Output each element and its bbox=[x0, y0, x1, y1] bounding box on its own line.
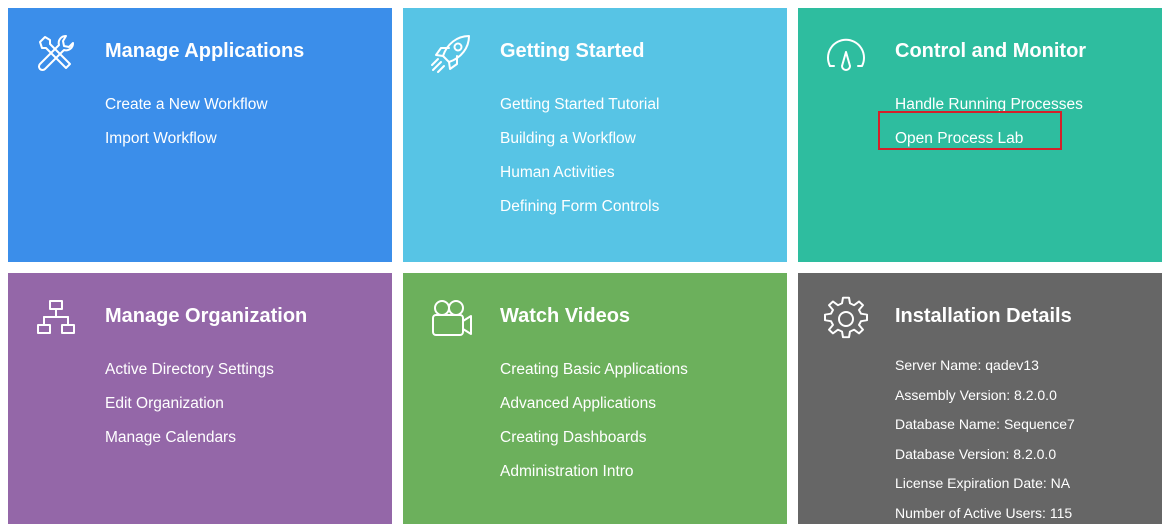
tile-title: Manage Organization bbox=[105, 305, 307, 328]
creating-basic-applications-link[interactable]: Creating Basic Applications bbox=[500, 353, 688, 387]
gear-icon bbox=[822, 295, 870, 343]
tile-title: Getting Started bbox=[500, 40, 644, 63]
link-list: Active Directory Settings Edit Organizat… bbox=[105, 353, 274, 455]
link-list: Creating Basic Applications Advanced App… bbox=[500, 353, 688, 489]
defining-form-controls-link[interactable]: Defining Form Controls bbox=[500, 190, 659, 224]
import-workflow-link[interactable]: Import Workflow bbox=[105, 122, 268, 156]
details-list: Server Name: qadev13 Assembly Version: 8… bbox=[895, 351, 1075, 528]
tile-title: Installation Details bbox=[895, 305, 1072, 328]
manage-applications-tile: Manage Applications Create a New Workflo… bbox=[8, 8, 392, 262]
creating-dashboards-link[interactable]: Creating Dashboards bbox=[500, 421, 688, 455]
tile-title: Control and Monitor bbox=[895, 40, 1086, 63]
installation-details-tile: Installation Details Server Name: qadev1… bbox=[798, 273, 1162, 524]
speedometer-icon bbox=[822, 30, 870, 78]
handle-running-processes-link[interactable]: Handle Running Processes bbox=[895, 88, 1083, 122]
getting-started-tutorial-link[interactable]: Getting Started Tutorial bbox=[500, 88, 659, 122]
database-name-detail: Database Name: Sequence7 bbox=[895, 410, 1075, 440]
link-list: Handle Running Processes Open Process La… bbox=[895, 88, 1083, 156]
open-process-lab-link[interactable]: Open Process Lab bbox=[895, 122, 1083, 156]
tile-title: Manage Applications bbox=[105, 40, 304, 63]
tools-icon bbox=[32, 30, 80, 78]
video-camera-icon bbox=[427, 295, 475, 343]
advanced-applications-link[interactable]: Advanced Applications bbox=[500, 387, 688, 421]
getting-started-tile: Getting Started Getting Started Tutorial… bbox=[403, 8, 787, 262]
create-new-workflow-link[interactable]: Create a New Workflow bbox=[105, 88, 268, 122]
link-list: Create a New Workflow Import Workflow bbox=[105, 88, 268, 156]
assembly-version-detail: Assembly Version: 8.2.0.0 bbox=[895, 381, 1075, 411]
manage-organization-tile: Manage Organization Active Directory Set… bbox=[8, 273, 392, 524]
watch-videos-tile: Watch Videos Creating Basic Applications… bbox=[403, 273, 787, 524]
license-expiration-detail: License Expiration Date: NA bbox=[895, 469, 1075, 499]
server-name-detail: Server Name: qadev13 bbox=[895, 351, 1075, 381]
tile-title: Watch Videos bbox=[500, 305, 630, 328]
human-activities-link[interactable]: Human Activities bbox=[500, 156, 659, 190]
org-chart-icon bbox=[32, 295, 80, 343]
building-workflow-link[interactable]: Building a Workflow bbox=[500, 122, 659, 156]
control-monitor-tile: Control and Monitor Handle Running Proce… bbox=[798, 8, 1162, 262]
manage-calendars-link[interactable]: Manage Calendars bbox=[105, 421, 274, 455]
edit-organization-link[interactable]: Edit Organization bbox=[105, 387, 274, 421]
active-directory-settings-link[interactable]: Active Directory Settings bbox=[105, 353, 274, 387]
link-list: Getting Started Tutorial Building a Work… bbox=[500, 88, 659, 224]
rocket-icon bbox=[427, 30, 475, 78]
database-version-detail: Database Version: 8.2.0.0 bbox=[895, 440, 1075, 470]
administration-intro-link[interactable]: Administration Intro bbox=[500, 455, 688, 489]
